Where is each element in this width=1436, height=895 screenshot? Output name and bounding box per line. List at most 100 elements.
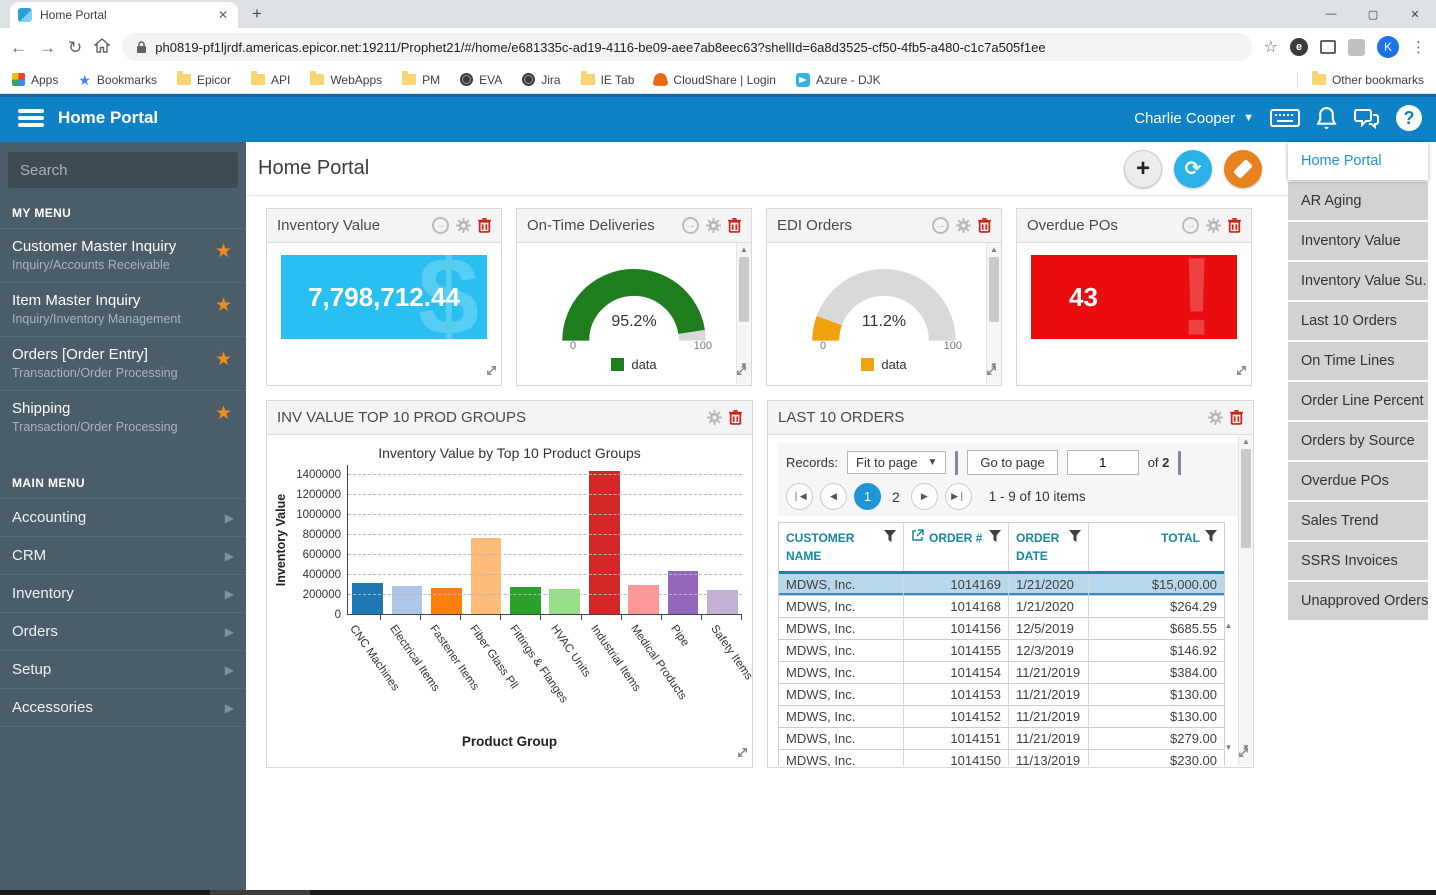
gallery-item-inventory-value[interactable]: Inventory Value <box>1288 222 1428 260</box>
bookmark-item[interactable]: Apps <box>12 73 58 87</box>
resize-handle-icon[interactable] <box>736 746 749 764</box>
filter-icon[interactable] <box>884 530 896 565</box>
favorite-star-icon[interactable]: ★ <box>215 240 232 263</box>
col-order-date[interactable]: ORDER DATE <box>1009 523 1089 571</box>
bookmark-item[interactable]: PM <box>402 71 440 87</box>
forward-icon[interactable]: → <box>39 39 56 56</box>
gallery-item-home-portal[interactable]: Home Portal <box>1288 142 1428 180</box>
table-row[interactable]: MDWS, Inc. 1014152 11/21/2019 $130.00 <box>779 706 1224 728</box>
filter-icon[interactable] <box>1205 530 1217 565</box>
reload-icon[interactable]: ↻ <box>68 39 82 56</box>
chat-icon[interactable] <box>1353 108 1380 129</box>
add-widget-button[interactable]: + <box>1124 149 1162 188</box>
extension-gray-icon[interactable] <box>1348 38 1365 56</box>
sidebar-item-orders[interactable]: Orders ▶ <box>0 612 246 650</box>
gallery-item-on-time-lines[interactable]: On Time Lines <box>1288 342 1428 380</box>
tab-close-icon[interactable]: ✕ <box>216 8 230 22</box>
sidebar-item-accessories[interactable]: Accessories ▶ <box>0 688 246 727</box>
trash-icon[interactable] <box>478 218 491 233</box>
refresh-button[interactable]: ⟳ <box>1174 149 1212 188</box>
extension-frame-icon[interactable] <box>1320 40 1336 54</box>
go-to-page-button[interactable]: Go to page <box>967 450 1058 475</box>
scrollbar-thumb[interactable] <box>210 890 310 895</box>
gallery-item-ssrs-invoices[interactable]: SSRS Invoices <box>1288 542 1428 580</box>
table-row[interactable]: MDWS, Inc. 1014154 11/21/2019 $384.00 <box>779 662 1224 684</box>
drill-in-icon[interactable]: → <box>1182 217 1199 234</box>
bookmark-star-icon[interactable]: ☆ <box>1264 37 1278 57</box>
extension-e-icon[interactable]: e <box>1290 38 1308 56</box>
filter-icon[interactable] <box>1069 530 1081 565</box>
resize-handle-icon[interactable] <box>985 364 998 382</box>
window-minimize-icon[interactable]: — <box>1310 8 1352 20</box>
gear-icon[interactable] <box>1208 410 1223 425</box>
widget-scrollbar[interactable]: ▲ ▼ <box>736 243 751 384</box>
favorite-star-icon[interactable]: ★ <box>215 294 232 317</box>
bookmark-item[interactable]: Azure - DJK <box>795 72 881 87</box>
window-close-icon[interactable]: ✕ <box>1394 8 1436 21</box>
resize-handle-icon[interactable] <box>1237 746 1250 764</box>
help-icon[interactable]: ? <box>1396 105 1422 131</box>
table-scrollbar[interactable]: ▲ ▼ <box>1222 621 1235 752</box>
bookmark-item[interactable]: IE Tab <box>580 71 634 87</box>
page-2-button[interactable]: 2 <box>888 489 904 505</box>
new-tab-button[interactable]: + <box>252 4 262 28</box>
sidebar-item-setup[interactable]: Setup ▶ <box>0 650 246 688</box>
gallery-item-unapproved-orders[interactable]: Unapproved Orders <box>1288 582 1428 620</box>
sidebar-item-orders-order-entry-[interactable]: Orders [Order Entry] Transaction/Order Pr… <box>0 336 246 390</box>
hamburger-menu-icon[interactable] <box>18 109 44 127</box>
trash-icon[interactable] <box>978 218 991 233</box>
sidebar-item-crm[interactable]: CRM ▶ <box>0 536 246 574</box>
sidebar-item-accounting[interactable]: Accounting ▶ <box>0 498 246 536</box>
favorite-star-icon[interactable]: ★ <box>215 402 232 425</box>
trash-icon[interactable] <box>1228 218 1241 233</box>
prev-page-button[interactable]: ◀ <box>820 483 847 510</box>
home-icon[interactable] <box>94 38 111 56</box>
gear-icon[interactable] <box>956 218 971 233</box>
table-row[interactable]: MDWS, Inc. 1014168 1/21/2020 $264.29 <box>779 596 1224 618</box>
first-page-button[interactable]: ❘◀ <box>786 483 813 510</box>
page-size-select[interactable]: Fit to page ▼ <box>847 451 947 474</box>
last-page-button[interactable]: ▶❘ <box>944 483 972 510</box>
table-row[interactable]: MDWS, Inc. 1014169 1/21/2020 $15,000.00 <box>779 574 1224 596</box>
resize-handle-icon[interactable] <box>485 364 498 382</box>
col-customer-name[interactable]: CUSTOMER NAME <box>779 523 904 571</box>
gear-icon[interactable] <box>707 410 722 425</box>
gear-icon[interactable] <box>456 218 471 233</box>
keyboard-icon[interactable] <box>1270 108 1300 128</box>
trash-icon[interactable] <box>729 410 742 425</box>
notifications-bell-icon[interactable] <box>1316 106 1337 130</box>
sidebar-item-customer-master-inquiry[interactable]: Customer Master Inquiry Inquiry/Accounts … <box>0 228 246 282</box>
bookmark-item[interactable]: API <box>250 71 290 87</box>
widget-scrollbar[interactable]: ▲ ▼ <box>1238 435 1253 766</box>
profile-avatar[interactable]: K <box>1377 36 1399 58</box>
sidebar-item-shipping[interactable]: Shipping Transaction/Order Processing ★ <box>0 390 246 444</box>
gear-icon[interactable] <box>1206 218 1221 233</box>
trash-icon[interactable] <box>728 218 741 233</box>
table-row[interactable]: MDWS, Inc. 1014156 12/5/2019 $685.55 <box>779 618 1224 640</box>
sidebar-item-item-master-inquiry[interactable]: Item Master Inquiry Inquiry/Inventory Man… <box>0 282 246 336</box>
address-bar[interactable]: ph0819-pf1ljrdf.americas.epicor.net:1921… <box>122 33 1252 61</box>
user-menu[interactable]: Charlie Cooper ▼ <box>1134 110 1254 127</box>
other-bookmarks[interactable]: Other bookmarks <box>1296 71 1424 87</box>
gallery-item-last-10-orders[interactable]: Last 10 Orders <box>1288 302 1428 340</box>
page-1-button[interactable]: 1 <box>854 483 881 510</box>
bookmark-item[interactable]: EVA <box>460 73 502 87</box>
browser-tab[interactable]: Home Portal ✕ <box>10 2 238 28</box>
gallery-item-inventory-value-su-[interactable]: Inventory Value Su... <box>1288 262 1428 300</box>
bookmark-item[interactable]: CloudShare | Login <box>654 73 776 87</box>
trash-icon[interactable] <box>1230 410 1243 425</box>
widget-scrollbar[interactable]: ▲ ▼ <box>986 243 1001 384</box>
gallery-item-order-line-percent[interactable]: Order Line Percent <box>1288 382 1428 420</box>
search-box[interactable] <box>8 152 238 188</box>
window-maximize-icon[interactable]: ▢ <box>1352 8 1394 21</box>
table-row[interactable]: MDWS, Inc. 1014155 12/3/2019 $146.92 <box>779 640 1224 662</box>
gallery-item-sales-trend[interactable]: Sales Trend <box>1288 502 1428 540</box>
page-number-input[interactable] <box>1066 450 1139 475</box>
browser-menu-icon[interactable]: ⋮ <box>1411 38 1426 56</box>
clear-button[interactable] <box>1224 149 1262 188</box>
bookmark-item[interactable]: ★ Bookmarks <box>78 73 157 87</box>
sidebar-item-inventory[interactable]: Inventory ▶ <box>0 574 246 612</box>
favorite-star-icon[interactable]: ★ <box>215 348 232 371</box>
gallery-item-ar-aging[interactable]: AR Aging <box>1288 182 1428 220</box>
gear-icon[interactable] <box>706 218 721 233</box>
